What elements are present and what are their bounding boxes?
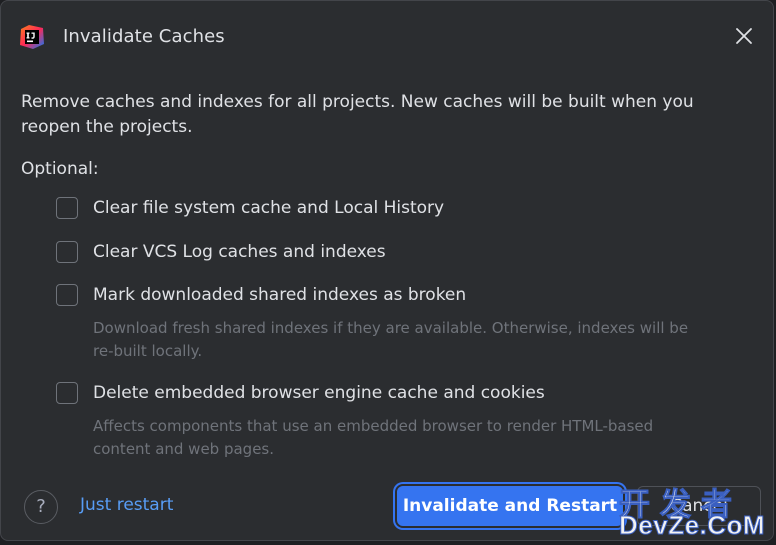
- help-button[interactable]: ?: [24, 490, 58, 524]
- checkbox-box[interactable]: [56, 241, 78, 263]
- dialog-title: Invalidate Caches: [63, 26, 225, 47]
- close-icon[interactable]: [733, 25, 755, 47]
- checkbox-label[interactable]: Delete embedded browser engine cache and…: [93, 383, 545, 403]
- dialog-description: Remove caches and indexes for all projec…: [21, 92, 694, 137]
- checkbox-box[interactable]: [56, 284, 78, 306]
- cancel-button[interactable]: Cancel: [637, 486, 761, 526]
- optional-label: Optional:: [21, 159, 99, 179]
- checkbox-label[interactable]: Mark downloaded shared indexes as broken: [93, 285, 466, 305]
- just-restart-link[interactable]: Just restart: [80, 495, 173, 515]
- mark-shared-indexes-broken-checkbox[interactable]: Mark downloaded shared indexes as broken: [56, 282, 466, 308]
- clear-file-system-cache-checkbox[interactable]: Clear file system cache and Local Histor…: [56, 195, 444, 221]
- intellij-idea-icon: [20, 25, 44, 49]
- checkbox-box[interactable]: [56, 382, 78, 404]
- invalidate-and-restart-button[interactable]: Invalidate and Restart: [397, 486, 623, 526]
- clear-vcs-log-caches-checkbox[interactable]: Clear VCS Log caches and indexes: [56, 239, 386, 265]
- checkbox-label[interactable]: Clear file system cache and Local Histor…: [93, 198, 444, 218]
- delete-browser-cache-checkbox[interactable]: Delete embedded browser engine cache and…: [56, 380, 545, 406]
- checkbox-box[interactable]: [56, 197, 78, 219]
- dialog-titlebar: Invalidate Caches: [1, 1, 773, 73]
- invalidate-caches-dialog: Invalidate Caches Remove caches and inde…: [0, 0, 774, 541]
- checkbox-label[interactable]: Clear VCS Log caches and indexes: [93, 242, 386, 262]
- browser-cache-hint: Affects components that use an embedded …: [93, 417, 654, 458]
- shared-indexes-hint: Download fresh shared indexes if they ar…: [93, 319, 689, 360]
